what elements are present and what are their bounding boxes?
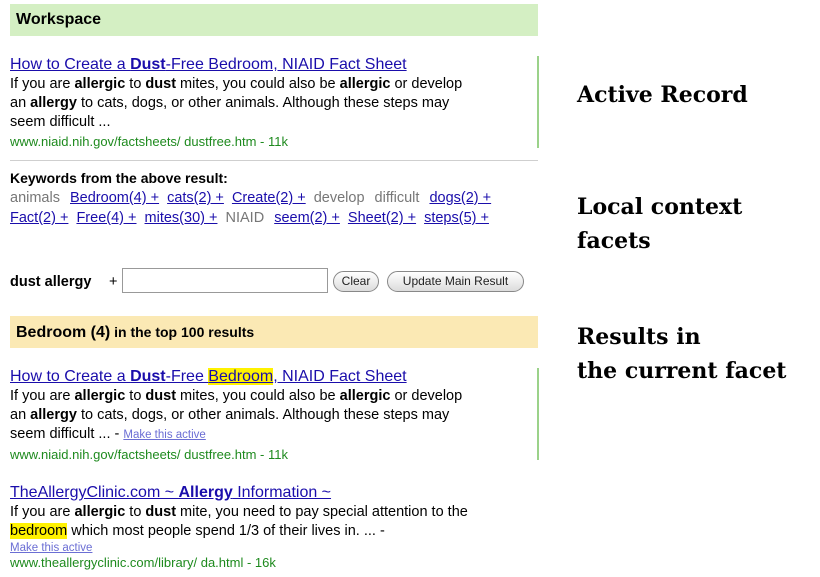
keyword-facet-link[interactable]: seem(2) + (274, 210, 340, 226)
query-plus: + (109, 274, 118, 290)
workspace-title: Workspace (16, 11, 102, 28)
make-active-link[interactable]: Make this active (123, 429, 205, 441)
facet-header: Bedroom (4) in the top 100 results (10, 316, 538, 348)
active-record-url: www.niaid.nih.gov/factsheets/ dustfree.h… (10, 134, 288, 149)
query-input[interactable] (122, 268, 328, 293)
label-results-line1: Results in (577, 324, 701, 350)
keyword-facet-link[interactable]: Free(4) + (76, 210, 136, 226)
keyword-facet-link[interactable]: steps(5) + (424, 210, 489, 226)
keyword-facet-link[interactable]: Bedroom(4) + (70, 190, 159, 206)
result-title[interactable]: How to Create a Dust-Free Bedroom, NIAID… (10, 367, 535, 387)
keyword-facet-link[interactable]: dogs(2) + (429, 190, 491, 206)
keyword-facet-link[interactable]: Fact(2) + (10, 210, 68, 226)
keyword-facet-link[interactable]: Sheet(2) + (348, 210, 416, 226)
query-label: dust allergy (10, 274, 92, 290)
keyword-facets: animals Bedroom(4) + cats(2) + Create(2)… (10, 188, 530, 228)
keyword-facet-link[interactable]: Create(2) + (232, 190, 306, 206)
result-url: www.niaid.nih.gov/factsheets/ dustfree.h… (10, 447, 288, 462)
result-item: TheAllergyClinic.com ~ Allergy Informati… (10, 483, 535, 571)
update-main-result-button[interactable]: Update Main Result (387, 271, 524, 292)
active-record-title[interactable]: How to Create a Dust-Free Bedroom, NIAID… (10, 55, 535, 75)
keywords-heading: Keywords from the above result: (10, 170, 228, 186)
active-record: How to Create a Dust-Free Bedroom, NIAID… (10, 55, 535, 151)
result-title[interactable]: TheAllergyClinic.com ~ Allergy Informati… (10, 483, 535, 503)
active-record-bar (537, 56, 539, 148)
section-divider (10, 160, 538, 161)
keyword-facet-link[interactable]: cats(2) + (167, 190, 224, 206)
result-url: www.theallergyclinic.com/library/ da.htm… (10, 555, 276, 570)
keyword-text: difficult (374, 190, 420, 206)
workspace-header: Workspace (10, 4, 538, 36)
label-results-line2: the current facet (577, 358, 787, 384)
result-item: How to Create a Dust-Free Bedroom, NIAID… (10, 367, 535, 464)
facet-name: Bedroom (4) (16, 324, 111, 341)
facet-suffix: in the top 100 results (110, 324, 255, 340)
label-local-context-facets: Local context facets (577, 194, 743, 254)
keyword-text: NIAID (225, 210, 265, 226)
keyword-text: develop (313, 190, 365, 206)
label-active-record: Active Record (577, 82, 748, 108)
result-snippet: If you are allergic to dust mite, you ne… (10, 504, 468, 539)
active-record-snippet: If you are allergic to dust mites, you c… (10, 76, 463, 130)
keyword-facet-link[interactable]: mites(30) + (145, 210, 218, 226)
keyword-text: animals (10, 190, 60, 206)
query-row: dust allergy + Clear Update Main Result (10, 268, 538, 296)
make-active-link[interactable]: Make this active (10, 541, 535, 555)
result-snippet: If you are allergic to dust mites, you c… (10, 388, 463, 442)
clear-button[interactable]: Clear (333, 271, 379, 292)
result-bar (537, 368, 539, 460)
